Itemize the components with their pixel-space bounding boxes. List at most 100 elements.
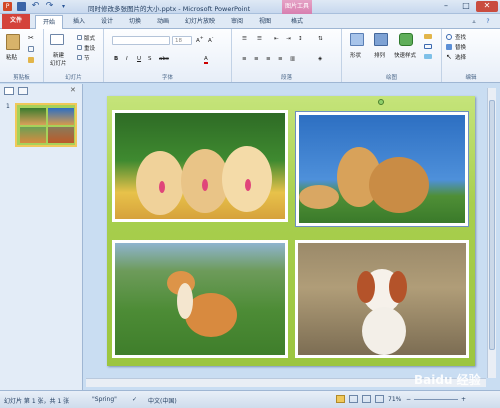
tab-transitions[interactable]: 切换 <box>122 15 148 29</box>
scroll-thumb[interactable] <box>489 100 495 350</box>
slide-canvas[interactable] <box>107 96 475 366</box>
justify-icon[interactable]: ≡ <box>278 56 283 62</box>
decrease-indent-icon[interactable]: ⇤ <box>274 36 279 42</box>
copy-icon[interactable] <box>28 46 34 52</box>
find-icon[interactable] <box>446 34 452 40</box>
font-name-combo[interactable] <box>112 36 170 45</box>
tab-animations[interactable]: 动画 <box>150 15 176 29</box>
reset-icon[interactable] <box>77 45 82 50</box>
reset-button[interactable]: 重设 <box>84 44 95 52</box>
select-icon[interactable]: ↖ <box>446 54 452 61</box>
grow-font-icon[interactable]: A+ <box>196 36 204 44</box>
strikethrough-icon[interactable]: abc <box>159 56 169 62</box>
help-icon[interactable]: ? <box>482 15 494 29</box>
zoom-level[interactable]: 71% <box>388 396 401 403</box>
slides-tab-icon[interactable] <box>4 87 14 95</box>
text-direction-icon[interactable]: ⇅ <box>318 36 323 42</box>
powerpoint-logo-icon[interactable]: P <box>3 2 12 11</box>
close-pane-icon[interactable]: ✕ <box>70 86 76 94</box>
photo-three-puppies[interactable] <box>112 110 288 222</box>
increase-indent-icon[interactable]: ⇥ <box>286 36 291 42</box>
cut-icon[interactable]: ✂ <box>28 35 34 42</box>
layout-button[interactable]: 版式 <box>84 34 95 42</box>
replace-icon[interactable] <box>446 44 452 50</box>
font-color-icon[interactable]: A <box>204 56 208 64</box>
outline-tab-icon[interactable] <box>18 87 28 95</box>
language-indicator[interactable]: 中文(中国) <box>148 396 177 405</box>
underline-icon[interactable]: U <box>137 56 141 62</box>
tab-insert[interactable]: 插入 <box>66 15 92 29</box>
slide-sorter-icon[interactable] <box>349 395 358 403</box>
tab-file[interactable]: 文件 <box>2 14 30 29</box>
find-button[interactable]: 查找 <box>455 33 466 41</box>
numbering-icon[interactable]: ☰ <box>257 36 262 42</box>
rotation-handle[interactable] <box>378 99 384 105</box>
new-slide-button-2[interactable]: 幻灯片 <box>50 59 67 67</box>
vertical-scrollbar[interactable] <box>487 88 496 378</box>
puppies-illustration <box>136 146 272 215</box>
replace-button[interactable]: 替换 <box>455 43 466 51</box>
customize-toolbar-icon[interactable]: ▾ <box>59 2 68 11</box>
close-button[interactable]: ✕ <box>476 1 498 12</box>
maximize-button[interactable]: □ <box>456 1 476 12</box>
window-title: 同时修改多张图片的大小.pptx - Microsoft PowerPoint <box>88 5 251 13</box>
arrange-icon[interactable] <box>374 33 388 46</box>
italic-icon[interactable]: I <box>126 56 128 62</box>
shape-outline-icon[interactable] <box>424 44 432 49</box>
format-painter-icon[interactable] <box>28 57 34 63</box>
bullets-icon[interactable]: ☰ <box>242 36 247 42</box>
tab-format[interactable]: 格式 <box>284 15 310 29</box>
shape-fill-icon[interactable] <box>424 34 432 39</box>
line-spacing-icon[interactable]: ↕ <box>298 36 303 42</box>
smartart-icon[interactable]: ◈ <box>318 56 322 62</box>
arrange-button[interactable]: 排列 <box>374 51 385 59</box>
normal-view-icon[interactable] <box>336 395 345 403</box>
shapes-icon[interactable] <box>350 33 364 46</box>
columns-icon[interactable]: ▥ <box>290 56 295 62</box>
spell-check-icon[interactable]: ✓ <box>132 396 137 403</box>
save-icon[interactable] <box>17 2 26 11</box>
slide-thumbnail-1[interactable] <box>15 103 77 147</box>
font-size-combo[interactable]: 18 <box>172 36 192 45</box>
tab-slideshow[interactable]: 幻灯片放映 <box>178 15 222 29</box>
tab-design[interactable]: 设计 <box>94 15 120 29</box>
shadow-icon[interactable]: S <box>148 56 152 62</box>
tab-home[interactable]: 开始 <box>35 15 63 29</box>
minimize-button[interactable]: – <box>436 1 456 12</box>
align-right-icon[interactable]: ≡ <box>266 56 271 62</box>
section-icon[interactable] <box>77 55 82 60</box>
section-button[interactable]: 节 <box>84 54 90 62</box>
thumb-photo-2 <box>48 108 74 125</box>
tab-review[interactable]: 审阅 <box>224 15 250 29</box>
shape-effects-icon[interactable] <box>424 54 432 59</box>
paragraph-group: ☰ ☰ ⇤ ⇥ ↕ ⇅ ≡ ≡ ≡ ≡ ▥ ◈ 段落 <box>232 29 342 82</box>
photo-spaniel-dog[interactable] <box>295 240 469 358</box>
paste-button[interactable]: 粘贴 <box>6 53 17 61</box>
photo-golden-retrievers[interactable] <box>295 111 469 227</box>
shapes-button[interactable]: 形状 <box>350 51 361 59</box>
align-center-icon[interactable]: ≡ <box>254 56 259 62</box>
theme-name: "Spring" <box>92 396 117 403</box>
quick-styles-button[interactable]: 快速样式 <box>394 51 416 59</box>
new-slide-button[interactable]: 新建 <box>53 51 64 59</box>
shrink-font-icon[interactable]: A- <box>208 36 213 44</box>
zoom-slider[interactable] <box>414 399 458 400</box>
zoom-in-icon[interactable]: + <box>461 396 466 403</box>
undo-icon[interactable]: ↶ <box>31 2 40 11</box>
quick-styles-icon[interactable] <box>399 33 413 46</box>
align-left-icon[interactable]: ≡ <box>242 56 247 62</box>
layout-icon[interactable] <box>77 35 82 40</box>
minimize-ribbon-icon[interactable]: ▵ <box>468 15 480 29</box>
redo-icon[interactable]: ↷ <box>45 2 54 11</box>
zoom-out-icon[interactable]: − <box>406 396 411 403</box>
reading-view-icon[interactable] <box>362 395 371 403</box>
bold-icon[interactable]: B <box>114 56 118 62</box>
photo-shiba-dog[interactable] <box>112 240 288 358</box>
new-slide-icon[interactable] <box>50 34 64 45</box>
slides-group: 新建 幻灯片 版式 重设 节 幻灯片 <box>44 29 104 82</box>
paste-icon[interactable] <box>6 34 20 50</box>
select-button[interactable]: 选择 <box>455 53 466 61</box>
tab-view[interactable]: 视图 <box>252 15 278 29</box>
slideshow-icon[interactable] <box>375 395 384 403</box>
thumb-photo-4 <box>48 127 74 143</box>
